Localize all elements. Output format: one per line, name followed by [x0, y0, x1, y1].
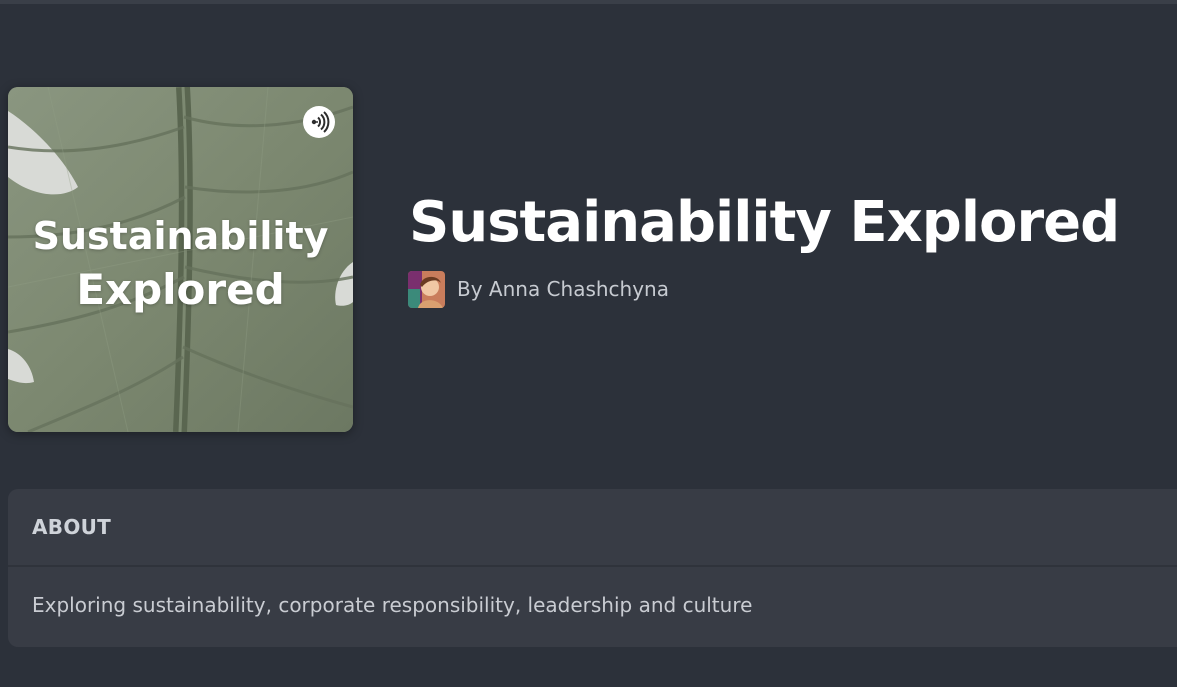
- podcast-cover-art: Sustainability Explored: [8, 87, 353, 432]
- about-heading: ABOUT: [8, 489, 1177, 567]
- author-row: By Anna Chashchyna: [408, 270, 669, 308]
- cover-title-line-2: Explored: [76, 265, 285, 314]
- podcast-title: Sustainability Explored: [409, 190, 1120, 255]
- anchor-podcast-icon: [303, 106, 335, 138]
- top-divider: [0, 0, 1177, 4]
- about-section: ABOUT Exploring sustainability, corporat…: [8, 489, 1177, 647]
- author-avatar[interactable]: [408, 270, 445, 308]
- about-description: Exploring sustainability, corporate resp…: [32, 593, 753, 617]
- cover-title: Sustainability Explored: [8, 209, 353, 317]
- author-name[interactable]: By Anna Chashchyna: [457, 277, 669, 301]
- cover-title-line-1: Sustainability: [32, 214, 329, 258]
